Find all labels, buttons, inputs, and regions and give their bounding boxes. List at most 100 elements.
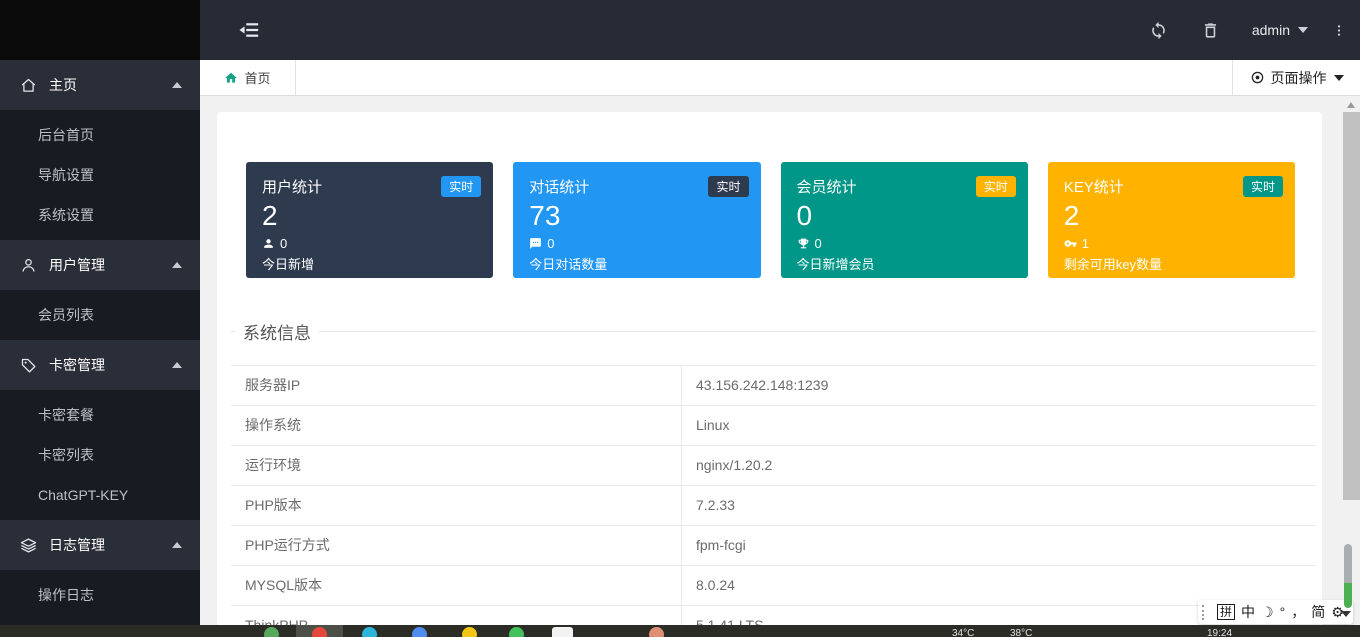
sidebar-section-label: 用户管理 bbox=[49, 255, 105, 275]
stat-card-members: 会员统计 实时 0 0 今日新增会员 bbox=[781, 162, 1028, 278]
stat-card-sublabel: 今日新增会员 bbox=[797, 254, 1012, 273]
ime-pinyin-toggle[interactable]: 拼 bbox=[1217, 604, 1235, 620]
stat-card-sublabel: 剩余可用key数量 bbox=[1064, 254, 1279, 273]
taskbar-app-icon[interactable] bbox=[362, 627, 377, 637]
table-row: MYSQL版本 8.0.24 bbox=[231, 565, 1316, 605]
ime-toolbar: 拼 中 ☽ ° ， 简 ⚙ bbox=[1198, 600, 1353, 624]
row-label: PHP运行方式 bbox=[231, 526, 681, 565]
taskbar-app-icon[interactable] bbox=[509, 627, 524, 637]
main-content: 用户统计 实时 2 0 今日新增 对话统计 实时 73 0 bbox=[200, 96, 1343, 637]
stat-card-chats: 对话统计 实时 73 0 今日对话数量 bbox=[513, 162, 760, 278]
row-value: 7.2.33 bbox=[681, 486, 1316, 525]
taskbar-temperature[interactable]: 38°C bbox=[1010, 628, 1032, 637]
trash-icon[interactable] bbox=[1201, 21, 1220, 40]
table-row: 操作系统 Linux bbox=[231, 405, 1316, 445]
breadcrumb-home-label: 首页 bbox=[244, 68, 270, 87]
taskbar-app-icon[interactable] bbox=[462, 627, 477, 637]
stat-card-subvalue: 0 bbox=[815, 236, 822, 251]
row-label: PHP版本 bbox=[231, 486, 681, 525]
scroll-up-arrow-icon[interactable] bbox=[1347, 102, 1355, 108]
table-row: 服务器IP 43.156.242.148:1239 bbox=[231, 365, 1316, 405]
scroll-down-arrow-icon[interactable] bbox=[1341, 611, 1351, 617]
sidebar-section-home[interactable]: 主页 bbox=[0, 60, 200, 110]
table-row: PHP运行方式 fpm-fcgi bbox=[231, 525, 1316, 565]
sidebar-section-label: 主页 bbox=[49, 75, 77, 95]
realtime-badge: 实时 bbox=[976, 176, 1016, 197]
ime-simplified-toggle[interactable]: 简 bbox=[1311, 602, 1325, 622]
system-info-divider: 系统信息 bbox=[231, 331, 1316, 332]
layers-icon bbox=[20, 537, 37, 554]
sidebar-item-card-packages[interactable]: 卡密套餐 bbox=[0, 395, 200, 435]
sidebar-item-backend-home[interactable]: 后台首页 bbox=[0, 115, 200, 155]
ime-punctuation-toggle[interactable]: ， bbox=[1291, 602, 1305, 622]
scrollbar-thumb[interactable] bbox=[1343, 112, 1360, 500]
topbar: admin bbox=[200, 0, 1360, 60]
user-icon bbox=[20, 257, 37, 274]
stat-card-subvalue: 0 bbox=[547, 236, 554, 251]
chevron-down-icon bbox=[1334, 75, 1344, 81]
taskbar-app-icon[interactable] bbox=[552, 627, 573, 637]
kebab-menu-icon[interactable] bbox=[1332, 21, 1346, 40]
system-info-title: 系统信息 bbox=[235, 319, 319, 344]
stat-card-value: 0 bbox=[797, 200, 1012, 232]
drag-handle-icon[interactable] bbox=[1202, 605, 1207, 620]
chevron-up-icon bbox=[172, 542, 182, 548]
stat-card-subvalue: 1 bbox=[1082, 236, 1089, 251]
row-value: nginx/1.20.2 bbox=[681, 446, 1316, 485]
sidebar-item-chatgpt-key[interactable]: ChatGPT-KEY bbox=[0, 475, 200, 515]
row-label: 服务器IP bbox=[231, 366, 681, 405]
taskbar-temperature[interactable]: 34°C bbox=[952, 628, 974, 637]
user-menu[interactable]: admin bbox=[1252, 22, 1308, 38]
sidebar-group-cardkeys: 卡密套餐 卡密列表 ChatGPT-KEY bbox=[0, 390, 200, 520]
taskbar-app-icon[interactable] bbox=[312, 627, 327, 637]
stat-card-sublabel: 今日新增 bbox=[262, 254, 477, 273]
sidebar-item-card-list[interactable]: 卡密列表 bbox=[0, 435, 200, 475]
sidebar-group-users: 会员列表 bbox=[0, 290, 200, 340]
stat-card-title: KEY统计 bbox=[1064, 179, 1124, 196]
table-row: PHP版本 7.2.33 bbox=[231, 485, 1316, 525]
topbar-actions: admin bbox=[1149, 0, 1360, 60]
row-value: fpm-fcgi bbox=[681, 526, 1316, 565]
taskbar-clock[interactable]: 19:24 bbox=[1207, 628, 1232, 637]
stat-card-users: 用户统计 实时 2 0 今日新增 bbox=[246, 162, 493, 278]
system-info-table: 服务器IP 43.156.242.148:1239 操作系统 Linux 运行环… bbox=[231, 365, 1316, 637]
taskbar-app-icon[interactable] bbox=[649, 627, 664, 637]
sidebar-item-operation-log[interactable]: 操作日志 bbox=[0, 575, 200, 615]
chevron-up-icon bbox=[172, 262, 182, 268]
stat-card-subvalue: 0 bbox=[280, 236, 287, 251]
ime-chinese-mode[interactable]: 中 bbox=[1241, 602, 1255, 622]
logo-area bbox=[0, 0, 200, 60]
taskbar-app-icon[interactable] bbox=[412, 627, 427, 637]
sidebar-item-system-settings[interactable]: 系统设置 bbox=[0, 195, 200, 235]
sidebar-item-nav-settings[interactable]: 导航设置 bbox=[0, 155, 200, 195]
sidebar-item-member-list[interactable]: 会员列表 bbox=[0, 295, 200, 335]
chevron-up-icon bbox=[172, 362, 182, 368]
scroll-thumb-mini[interactable] bbox=[1344, 544, 1352, 608]
refresh-icon[interactable] bbox=[1149, 21, 1168, 40]
taskbar: 34°C 38°C 19:24 bbox=[0, 625, 1360, 637]
tag-icon bbox=[20, 357, 37, 374]
trophy-icon bbox=[797, 237, 810, 250]
sidebar-section-users[interactable]: 用户管理 bbox=[0, 240, 200, 290]
home-icon bbox=[20, 77, 37, 94]
tab-home[interactable]: 首页 bbox=[200, 60, 296, 95]
realtime-badge: 实时 bbox=[1243, 176, 1283, 197]
sidebar-section-cardkeys[interactable]: 卡密管理 bbox=[0, 340, 200, 390]
stat-card-title: 会员统计 bbox=[797, 179, 857, 196]
page-actions-label: 页面操作 bbox=[1271, 68, 1327, 88]
home-icon bbox=[224, 71, 238, 85]
stat-card-value: 2 bbox=[262, 200, 477, 232]
chevron-up-icon bbox=[172, 82, 182, 88]
ime-fullwidth-toggle[interactable]: ° bbox=[1280, 602, 1286, 622]
collapse-sidebar-icon[interactable] bbox=[238, 19, 260, 41]
page-actions-dropdown[interactable]: 页面操作 bbox=[1232, 60, 1360, 95]
row-value: 43.156.242.148:1239 bbox=[681, 366, 1316, 405]
stat-cards: 用户统计 实时 2 0 今日新增 对话统计 实时 73 0 bbox=[246, 162, 1295, 278]
sidebar-section-logs[interactable]: 日志管理 bbox=[0, 520, 200, 570]
moon-icon[interactable]: ☽ bbox=[1261, 602, 1274, 622]
admin-dashboard-screen: 主页 后台首页 导航设置 系统设置 用户管理 会员列表 卡密管理 卡密套餐 卡密… bbox=[0, 0, 1360, 637]
target-icon bbox=[1250, 70, 1265, 85]
taskbar-app-icon[interactable] bbox=[264, 627, 279, 637]
content-panel: 用户统计 实时 2 0 今日新增 对话统计 实时 73 0 bbox=[217, 112, 1322, 637]
breadcrumb-bar: 首页 页面操作 bbox=[200, 60, 1360, 96]
